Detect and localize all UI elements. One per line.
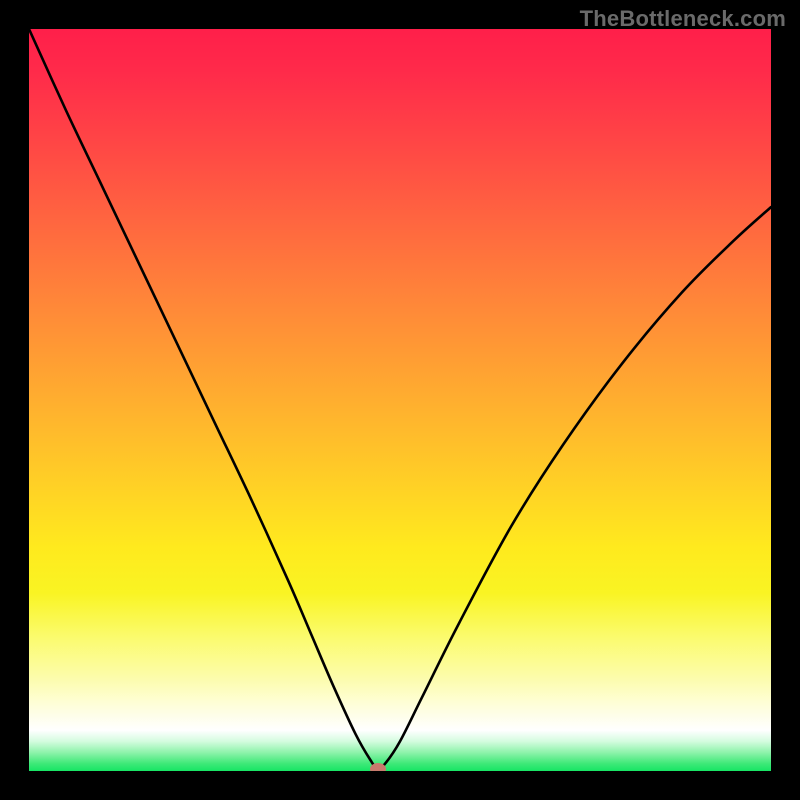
sweet-spot-marker xyxy=(370,763,386,771)
chart-frame: TheBottleneck.com xyxy=(0,0,800,800)
plot-area xyxy=(29,29,771,771)
bottleneck-curve xyxy=(29,29,771,771)
watermark-text: TheBottleneck.com xyxy=(580,6,786,32)
